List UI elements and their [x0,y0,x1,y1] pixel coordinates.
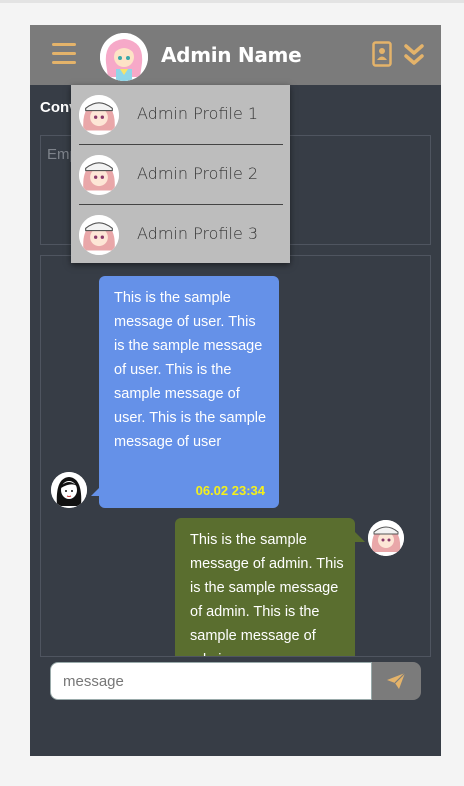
admin-name: Admin Name [161,43,302,67]
chat-app: Admin Name Conv Emp This is the sample m… [30,25,441,756]
profile-avatar [79,95,119,135]
dropdown-item-admin-profile-1[interactable]: Admin Profile 1 [71,85,290,144]
message-composer [50,662,421,700]
user-message-bubble: This is the sample message of user. This… [99,276,279,508]
message-area: This is the sample message of user. This… [40,255,431,657]
admin-avatar[interactable] [100,33,148,81]
paper-plane-icon [387,672,406,689]
admin-bubble-tail [355,532,365,542]
admin-message-avatar [368,520,404,556]
message-input[interactable] [50,662,372,700]
double-chevron-down-icon[interactable] [404,43,424,67]
top-border [0,0,464,3]
user-avatar [51,472,87,508]
profile-avatar [79,215,119,255]
dropdown-item-label: Admin Profile 3 [137,224,259,243]
message-timestamp: 06.02 23:34 [195,483,265,498]
admin-message-bubble: This is the sample message of admin. Thi… [175,518,355,656]
dropdown-item-label: Admin Profile 1 [137,104,259,123]
header-bar: Admin Name [30,25,441,85]
admin-message-text: This is the sample message of admin. Thi… [190,532,344,656]
hamburger-icon[interactable] [52,43,76,67]
contact-card-icon[interactable] [372,41,392,67]
user-message-text: This is the sample message of user. This… [114,290,267,450]
dropdown-item-admin-profile-3[interactable]: Admin Profile 3 [71,205,290,264]
dropdown-item-label: Admin Profile 2 [137,164,259,183]
profile-dropdown: Admin Profile 1 Admin Profile 2 Admin Pr… [71,85,290,263]
profile-avatar [79,155,119,195]
send-button[interactable] [372,662,421,700]
dropdown-item-admin-profile-2[interactable]: Admin Profile 2 [71,145,290,204]
